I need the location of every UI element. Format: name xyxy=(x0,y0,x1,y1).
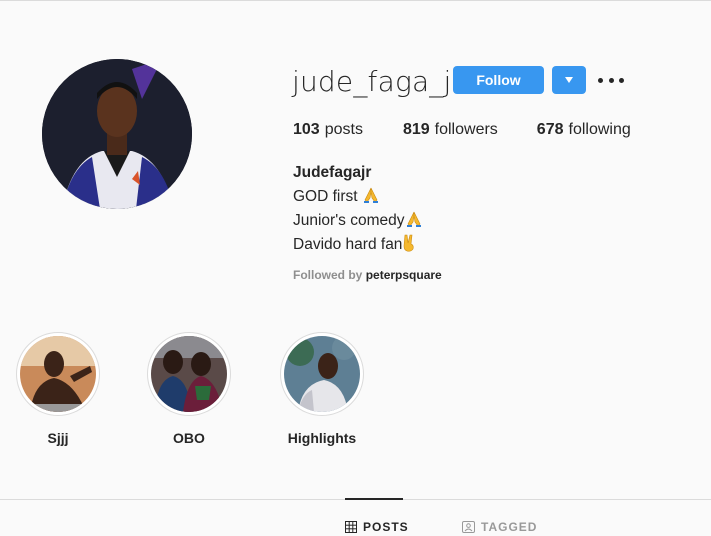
tab-posts[interactable]: POSTS xyxy=(345,520,409,534)
profile-bio: Judefagajr GOD first Junior's comedy Dav… xyxy=(293,161,423,257)
bio-line: Davido hard fan xyxy=(293,233,423,257)
followed-by-prefix: Followed by xyxy=(293,268,363,282)
tab-tagged[interactable]: TAGGED xyxy=(462,520,537,534)
bio-line: GOD first xyxy=(293,185,423,209)
following-stat[interactable]: 678 following xyxy=(537,120,631,140)
followers-label: followers xyxy=(434,121,498,138)
highlight-cover xyxy=(20,336,96,412)
followers-count: 819 xyxy=(402,121,430,138)
highlight-label: OBO xyxy=(173,430,205,446)
tab-tagged-label: TAGGED xyxy=(481,520,538,534)
more-options-button[interactable] xyxy=(598,73,624,87)
follow-button[interactable]: Follow xyxy=(453,66,544,94)
followed-by[interactable]: Followed by peterpsquare xyxy=(293,268,442,282)
followed-by-user[interactable]: peterpsquare xyxy=(366,268,442,282)
profile-avatar[interactable] xyxy=(42,59,192,209)
story-highlight[interactable] xyxy=(16,332,100,416)
bio-line-text: GOD first xyxy=(293,188,362,205)
story-highlight[interactable] xyxy=(147,332,231,416)
chevron-down-icon xyxy=(565,77,573,83)
bio-line: Junior's comedy xyxy=(293,209,423,233)
highlight-label: Sjjj xyxy=(47,430,69,446)
victory-hand-emoji-icon xyxy=(404,234,414,252)
bio-line-text: Junior's comedy xyxy=(293,212,405,229)
story-highlight[interactable] xyxy=(280,332,364,416)
posts-count: 103 xyxy=(293,121,320,138)
grid-icon xyxy=(345,521,357,533)
suggested-accounts-button[interactable] xyxy=(552,66,586,94)
profile-stats: 103 posts 819 followers 678 following xyxy=(293,120,631,140)
followers-stat[interactable]: 819 followers xyxy=(403,120,498,140)
highlight-cover xyxy=(151,336,227,412)
profile-username: jude_faga_jr xyxy=(292,65,464,98)
dot-icon xyxy=(608,77,614,83)
profile-full-name: Judefagajr xyxy=(293,164,372,181)
posts-stat: 103 posts xyxy=(293,120,363,140)
tagged-user-icon xyxy=(462,521,475,533)
dot-icon xyxy=(619,77,624,83)
following-label: following xyxy=(568,121,631,138)
highlight-label: Highlights xyxy=(287,430,357,446)
tab-posts-label: POSTS xyxy=(363,520,409,534)
bio-line-text: Davido hard fan xyxy=(293,236,403,253)
active-tab-indicator xyxy=(345,498,403,500)
avatar-photo xyxy=(42,59,192,209)
dot-icon xyxy=(598,77,603,83)
folded-hands-emoji-icon xyxy=(406,211,421,227)
folded-hands-emoji-icon xyxy=(363,187,378,203)
posts-label: posts xyxy=(324,121,363,138)
highlight-cover xyxy=(284,336,360,412)
following-count: 678 xyxy=(536,121,564,138)
